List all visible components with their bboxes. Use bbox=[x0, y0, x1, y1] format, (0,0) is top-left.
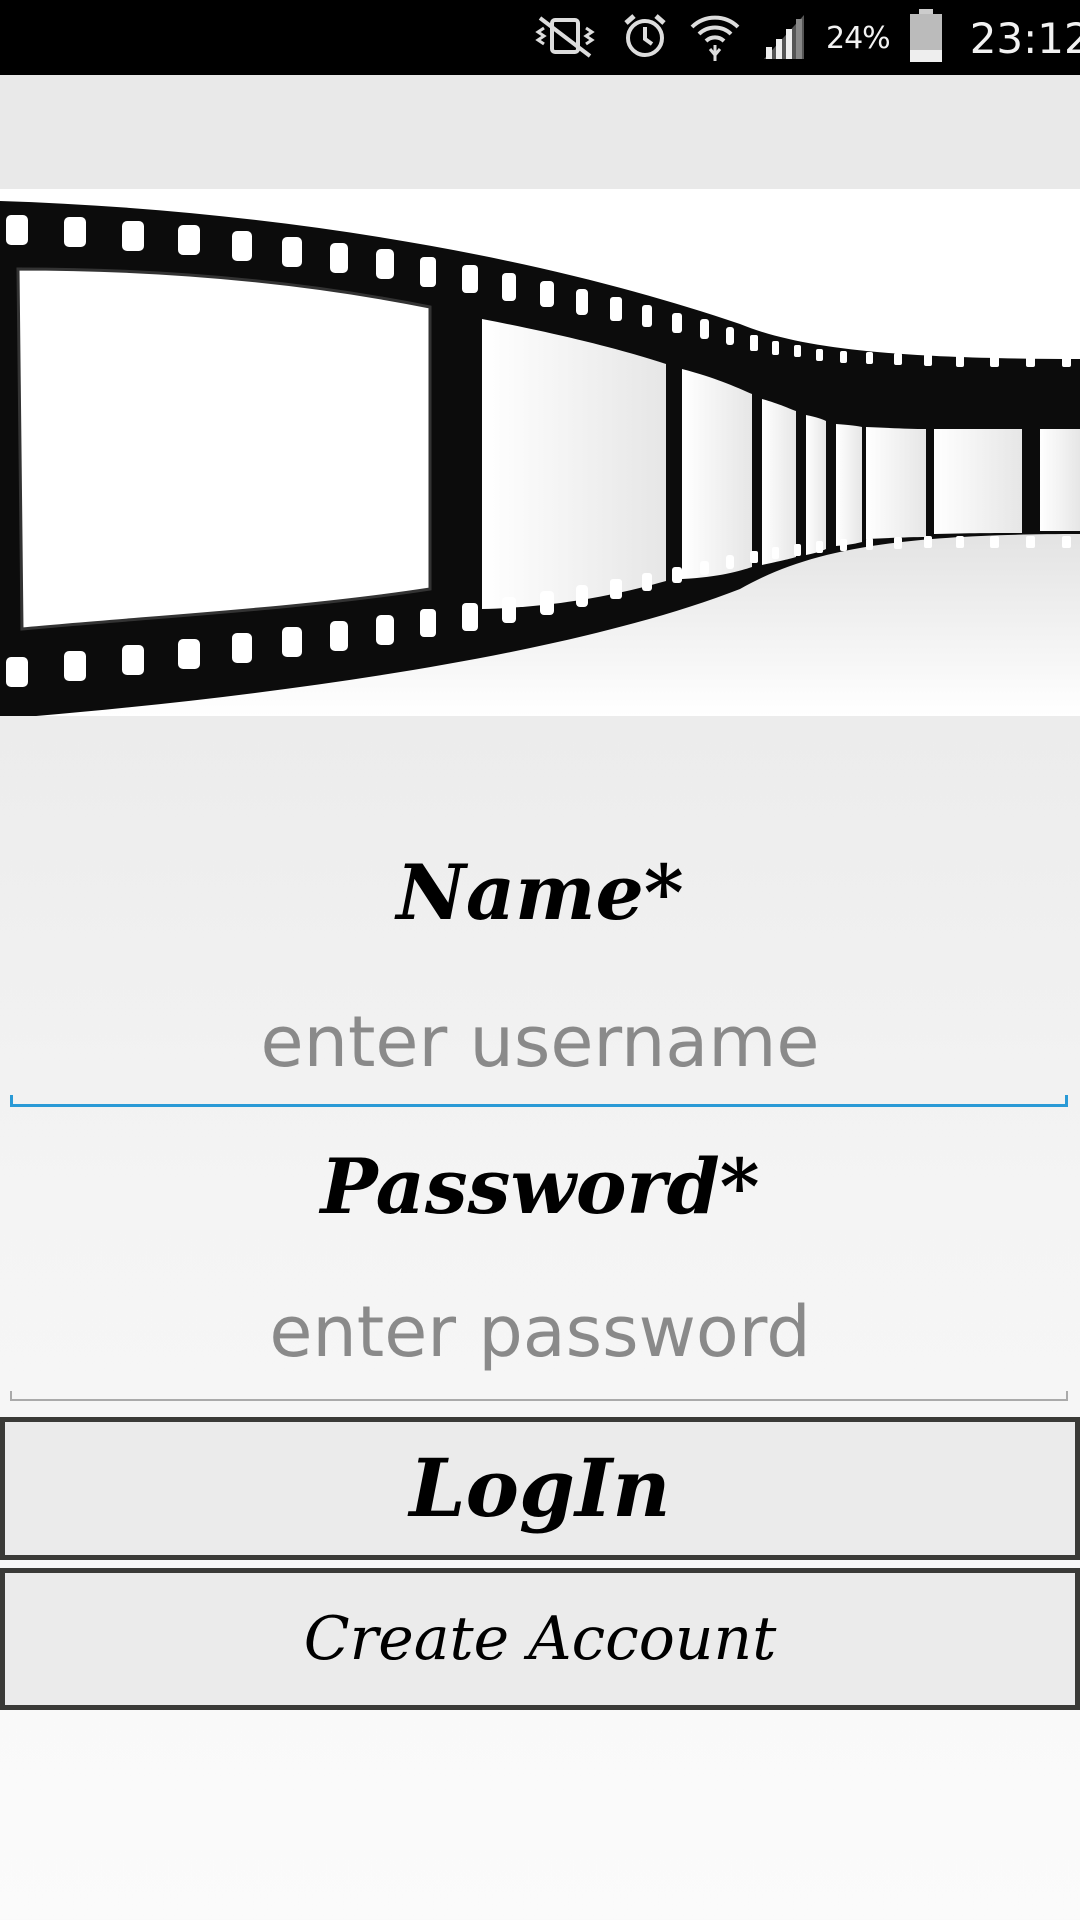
username-input[interactable] bbox=[12, 992, 1068, 1092]
action-bar bbox=[0, 75, 1080, 189]
status-bar: 24% 23:12 bbox=[0, 0, 1080, 75]
password-input[interactable] bbox=[12, 1282, 1068, 1382]
password-label: Password* bbox=[320, 1142, 760, 1231]
signal-icon bbox=[760, 11, 808, 65]
battery-icon bbox=[908, 8, 944, 68]
battery-percent: 24% bbox=[826, 20, 891, 56]
alarm-icon bbox=[620, 11, 670, 65]
password-underline bbox=[10, 1391, 1068, 1401]
login-button[interactable]: LogIn bbox=[0, 1417, 1080, 1560]
create-account-button[interactable]: Create Account bbox=[0, 1568, 1080, 1710]
wifi-icon bbox=[688, 9, 742, 67]
clock: 23:12 bbox=[969, 13, 1080, 63]
username-underline bbox=[10, 1095, 1068, 1107]
status-icons: 24% 23:12 bbox=[530, 8, 1080, 68]
mute-vibrate-icon bbox=[530, 12, 602, 64]
film-strip-image bbox=[0, 189, 1080, 716]
name-label: Name* bbox=[396, 848, 684, 937]
